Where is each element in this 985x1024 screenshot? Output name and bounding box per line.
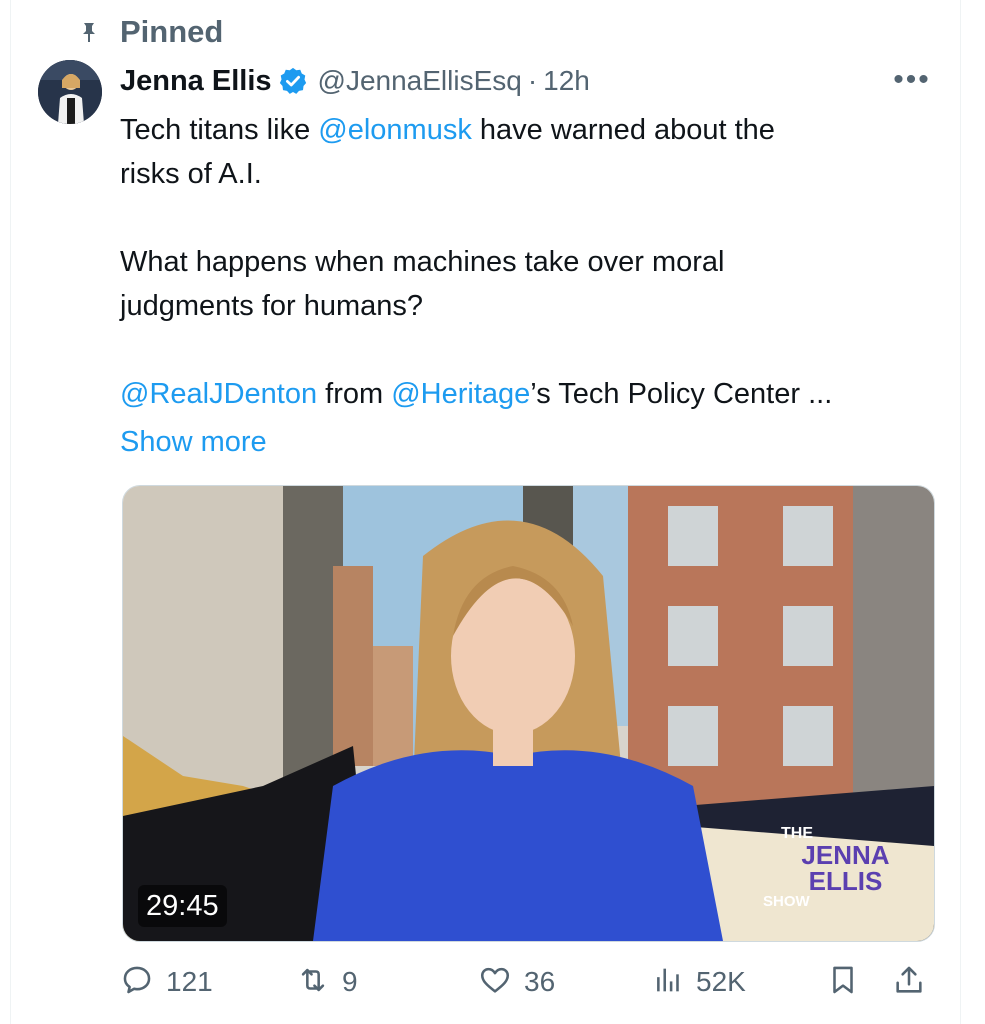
text-segment: have warned about the <box>471 114 775 146</box>
views-count: 52K <box>696 966 746 997</box>
logo-line-ellis: ELLIS <box>808 866 883 896</box>
show-more-link[interactable]: Show more <box>120 420 267 464</box>
reply-icon <box>120 963 154 1002</box>
timeline-right-border <box>960 0 961 1024</box>
share-icon <box>892 963 926 1002</box>
verified-badge-icon <box>278 66 308 96</box>
tweet-text: Tech titans like @elonmusk have warned a… <box>120 108 940 416</box>
more-options-button[interactable]: ••• <box>890 62 934 98</box>
tweet-line-5: @RealJDenton from @Heritage’s Tech Polic… <box>120 372 940 416</box>
tweet-actions: 121 9 36 52K <box>120 955 940 1009</box>
like-button[interactable]: 36 <box>478 955 555 1009</box>
logo-line-jenna: JENNA <box>801 840 890 870</box>
bookmark-icon <box>826 963 860 1002</box>
video-player[interactable]: THE JENNA ELLIS SHOW <box>122 485 935 942</box>
reply-button[interactable]: 121 <box>120 955 213 1009</box>
retweet-button[interactable]: 9 <box>296 955 358 1009</box>
text-segment: ’s Tech Policy Center ... <box>530 378 833 410</box>
share-button[interactable] <box>892 955 926 1009</box>
reply-count: 121 <box>166 966 213 997</box>
text-segment: from <box>317 378 392 410</box>
retweet-icon <box>296 963 330 1002</box>
avatar[interactable] <box>38 60 102 124</box>
tweet-line-4: judgments for humans? <box>120 290 424 322</box>
views-chart-icon <box>650 963 684 1002</box>
pinned-indicator: Pinned <box>78 12 223 52</box>
tweet-line-2: risks of A.I. <box>120 158 262 190</box>
tweet-line-3: What happens when machines take over mor… <box>120 246 725 278</box>
tweet-timestamp[interactable]: 12h <box>543 65 590 97</box>
heart-icon <box>478 963 512 1002</box>
tweet-header: Jenna Ellis @JennaEllisEsq · 12h <box>120 58 590 104</box>
retweet-count: 9 <box>342 966 358 997</box>
tweet-line-1: Tech titans like @elonmusk have warned a… <box>120 108 940 152</box>
video-duration-badge: 29:45 <box>138 885 227 927</box>
views-button[interactable]: 52K <box>650 955 746 1009</box>
mention-link-heritage[interactable]: @Heritage <box>391 378 530 410</box>
like-count: 36 <box>524 966 556 997</box>
logo-line-show: SHOW <box>763 893 810 910</box>
bookmark-button[interactable] <box>826 955 860 1009</box>
mention-link-elonmusk[interactable]: @elonmusk <box>318 114 472 146</box>
pin-icon <box>78 21 100 43</box>
pinned-label: Pinned <box>120 14 224 49</box>
separator-dot: · <box>527 65 538 96</box>
timeline-left-border <box>10 0 11 1024</box>
show-logo: THE JENNA ELLIS SHOW <box>763 826 928 910</box>
mention-link-realjdenton[interactable]: @RealJDenton <box>120 378 317 410</box>
author-name[interactable]: Jenna Ellis <box>120 65 272 98</box>
text-segment: Tech titans like <box>120 114 319 146</box>
author-handle[interactable]: @JennaEllisEsq <box>318 65 522 97</box>
